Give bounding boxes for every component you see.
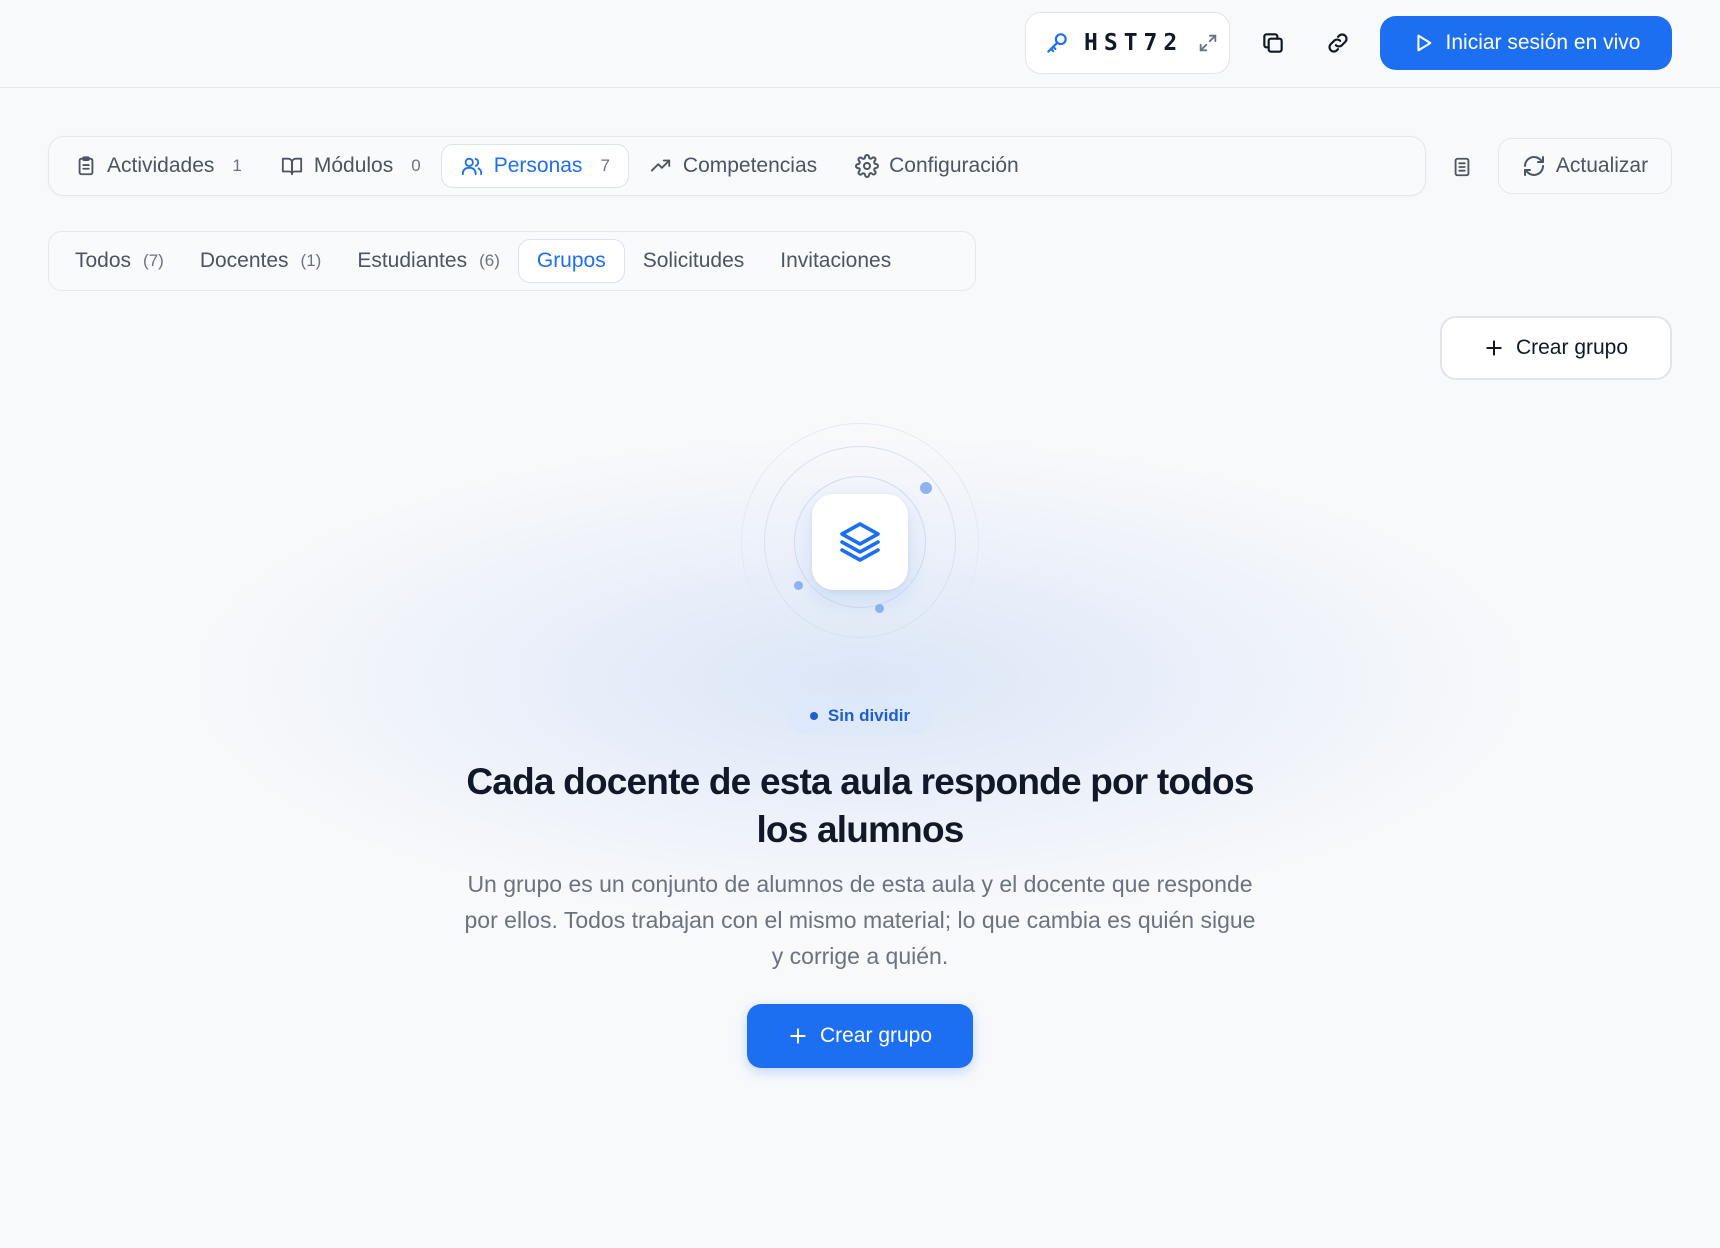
create-group-label: Crear grupo [819, 1024, 933, 1047]
tab-label: Personas [493, 154, 583, 177]
tab-count: 1 [232, 156, 242, 175]
subtab-label: Grupos [536, 249, 606, 272]
plus-icon [788, 1026, 808, 1046]
subtab-estudiantes[interactable]: Estudiantes (6) [339, 239, 518, 283]
clipboard-icon [75, 155, 97, 177]
gear-icon [855, 154, 880, 178]
refresh-label: Actualizar [1555, 154, 1649, 177]
refresh-button[interactable]: Actualizar [1498, 138, 1672, 194]
subtab-grupos[interactable]: Grupos [517, 239, 625, 283]
subtab-count: (6) [479, 251, 500, 270]
empty-state-icon-tile [812, 494, 908, 590]
subtab-solicitudes[interactable]: Solicitudes [625, 239, 763, 283]
tab-count: 0 [411, 156, 421, 175]
subtab-label: Todos [75, 249, 132, 272]
subtab-todos[interactable]: Todos (7) [57, 239, 182, 283]
subtab-label: Solicitudes [642, 249, 745, 272]
start-live-session-label: Iniciar sesión en vivo [1445, 31, 1641, 54]
subtab-count: (1) [300, 251, 322, 270]
tab-label: Módulos [313, 154, 394, 177]
class-code-pill[interactable]: HST72 [1025, 12, 1230, 74]
document-button[interactable] [1440, 145, 1484, 189]
expand-arrows-icon[interactable] [1197, 32, 1219, 54]
orbit-dot [794, 581, 803, 590]
users-icon [460, 155, 484, 177]
copy-icon [1260, 30, 1286, 56]
people-sub-tabs: Todos (7) Docentes (1) Estudiantes (6) G… [48, 231, 976, 291]
copy-link-button[interactable] [1317, 22, 1359, 64]
class-code: HST72 [1084, 30, 1184, 56]
main-tabs: Actividades 1 Módulos 0 Personas 7 Compe… [48, 136, 1426, 196]
subtab-label: Docentes [199, 249, 289, 272]
top-bar: HST72 Iniciar sesión en vivo [0, 0, 1720, 88]
copy-button[interactable] [1252, 22, 1294, 64]
subtab-count: (7) [143, 251, 164, 270]
tab-personas[interactable]: Personas 7 [440, 144, 629, 188]
create-group-label: Crear grupo [1515, 336, 1629, 359]
book-open-icon [280, 155, 304, 177]
tab-competencias[interactable]: Competencias [631, 144, 835, 188]
play-icon [1412, 32, 1434, 54]
empty-state-description: Un grupo es un conjunto de alumnos de es… [464, 871, 1256, 969]
tab-count: 7 [600, 156, 610, 175]
trending-up-icon [649, 155, 673, 177]
create-group-button-top[interactable]: Crear grupo [1440, 316, 1672, 380]
tab-actividades[interactable]: Actividades 1 [57, 144, 260, 188]
subtab-label: Invitaciones [780, 249, 892, 272]
key-icon [1044, 30, 1070, 56]
subtab-label: Estudiantes [357, 249, 468, 272]
document-icon [1451, 155, 1473, 179]
status-dot [809, 712, 818, 720]
start-live-session-button[interactable]: Iniciar sesión en vivo [1380, 16, 1672, 70]
orbit-dot [920, 482, 932, 494]
plus-icon [1484, 338, 1504, 358]
refresh-icon [1522, 154, 1546, 178]
orbit-dot [875, 604, 884, 613]
status-badge: Sin dividir [788, 697, 932, 735]
create-group-button[interactable]: Crear grupo [747, 1004, 973, 1068]
tab-configuracion[interactable]: Configuración [837, 144, 1037, 188]
status-badge-label: Sin dividir [827, 706, 911, 725]
link-icon [1325, 30, 1351, 56]
subtab-invitaciones[interactable]: Invitaciones [762, 239, 909, 283]
tab-label: Competencias [682, 154, 818, 177]
tab-modulos[interactable]: Módulos 0 [262, 144, 439, 188]
layers-icon [836, 518, 884, 566]
tab-label: Actividades [107, 154, 215, 177]
subtab-docentes[interactable]: Docentes (1) [182, 239, 340, 283]
tab-label: Configuración [889, 154, 1019, 177]
empty-state-title: Cada docente de esta aula responde por t… [466, 761, 1254, 850]
